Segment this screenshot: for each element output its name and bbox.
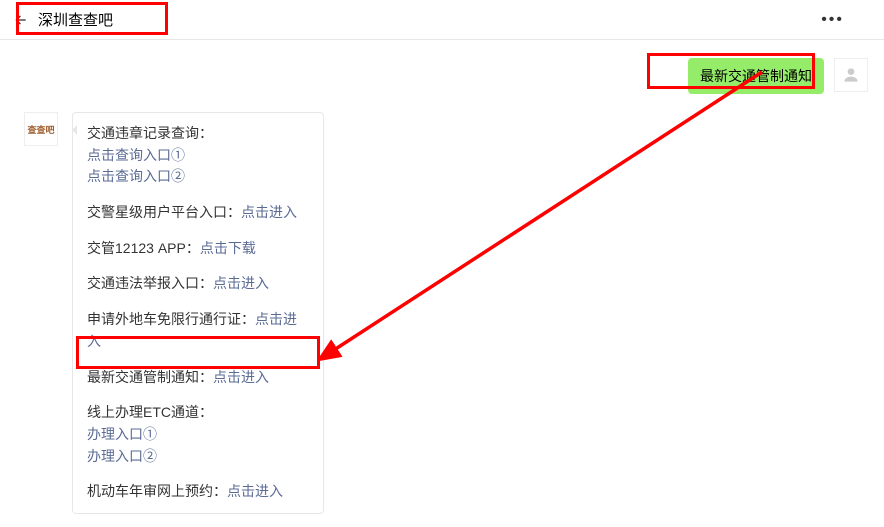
- section-traffic-control: 最新交通管制通知：点击进入: [87, 367, 309, 389]
- bot-message-bubble: 交通违章记录查询： 点击查询入口① 点击查询入口② 交警星级用户平台入口：点击进…: [72, 112, 324, 514]
- link-etc-1[interactable]: 办理入口①: [87, 424, 309, 446]
- section-etc: 线上办理ETC通道： 办理入口① 办理入口②: [87, 402, 309, 467]
- user-avatar[interactable]: [834, 58, 868, 92]
- section-report: 交通违法举报入口：点击进入: [87, 273, 309, 295]
- section-app: 交管12123 APP：点击下载: [87, 238, 309, 260]
- section-violation-query: 交通违章记录查询： 点击查询入口① 点击查询入口②: [87, 123, 309, 188]
- label: 交通违章记录查询：: [87, 125, 213, 141]
- user-message-row: 最新交通管制通知: [16, 58, 868, 94]
- chat-title: 深圳查查吧: [38, 9, 113, 30]
- label: 申请外地车免限行通行证：: [87, 311, 255, 327]
- link-enter[interactable]: 点击进入: [241, 204, 297, 220]
- label: 机动车年审网上预约：: [87, 483, 227, 499]
- chat-area: 最新交通管制通知 查查吧 交通违章记录查询： 点击查询入口① 点击查询入口② 交…: [0, 40, 884, 520]
- link-query-1[interactable]: 点击查询入口①: [87, 145, 309, 167]
- back-icon[interactable]: [12, 11, 30, 29]
- more-icon[interactable]: •••: [821, 11, 844, 29]
- label: 交管12123 APP：: [87, 240, 200, 256]
- link-download[interactable]: 点击下载: [200, 240, 256, 256]
- link-enter[interactable]: 点击进入: [213, 369, 269, 385]
- bot-avatar[interactable]: 查查吧: [24, 112, 58, 146]
- bot-message-row: 查查吧 交通违章记录查询： 点击查询入口① 点击查询入口② 交警星级用户平台入口…: [16, 112, 868, 514]
- label: 交警星级用户平台入口：: [87, 204, 241, 220]
- link-enter[interactable]: 点击进入: [227, 483, 283, 499]
- user-message-bubble: 最新交通管制通知: [688, 58, 824, 94]
- label: 线上办理ETC通道：: [87, 404, 213, 420]
- section-annual: 机动车年审网上预约：点击进入: [87, 481, 309, 503]
- section-permit: 申请外地车免限行通行证：点击进入: [87, 309, 309, 352]
- section-star-user: 交警星级用户平台入口：点击进入: [87, 202, 309, 224]
- link-etc-2[interactable]: 办理入口②: [87, 446, 309, 468]
- link-query-2[interactable]: 点击查询入口②: [87, 166, 309, 188]
- label: 最新交通管制通知：: [87, 369, 213, 385]
- label: 交通违法举报入口：: [87, 275, 213, 291]
- chat-header: 深圳查查吧 •••: [0, 0, 884, 40]
- link-enter[interactable]: 点击进入: [213, 275, 269, 291]
